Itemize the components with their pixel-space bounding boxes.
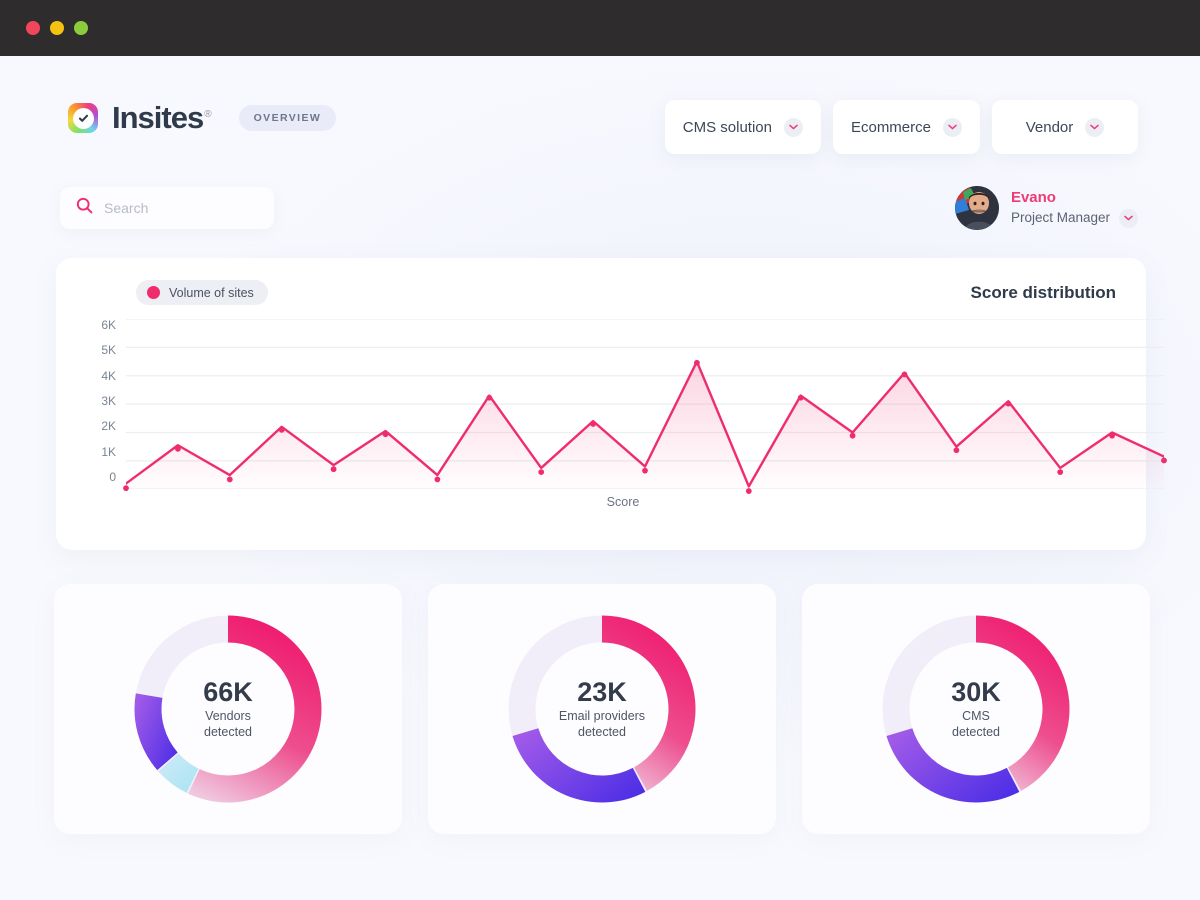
y-tick: 3K bbox=[101, 393, 116, 408]
app-canvas: Insites® OVERVIEW CMS solution Ecommerce bbox=[0, 56, 1200, 900]
line-chart[interactable] bbox=[123, 319, 1167, 494]
y-tick: 4K bbox=[101, 368, 116, 383]
user-role: Project Manager bbox=[1010, 210, 1110, 226]
window-title-bar bbox=[0, 0, 1200, 56]
y-tick: 1K bbox=[101, 444, 116, 459]
chart-title: Score distribution bbox=[970, 282, 1116, 302]
y-tick: 0 bbox=[109, 469, 116, 484]
y-tick: 6K bbox=[101, 318, 116, 332]
donut-chart: 66K Vendors detected bbox=[127, 608, 329, 810]
y-tick: 5K bbox=[101, 343, 116, 358]
legend-label: Volume of sites bbox=[169, 285, 254, 300]
search-icon bbox=[76, 197, 93, 219]
check-badge-icon bbox=[68, 103, 98, 133]
filter-group: CMS solution Ecommerce Vendor bbox=[664, 100, 1138, 154]
user-meta: Evano Project Manager bbox=[1010, 188, 1138, 228]
window-controls bbox=[26, 21, 88, 35]
filter-label: Vendor bbox=[1025, 118, 1074, 136]
window-minimize-button[interactable] bbox=[50, 21, 64, 35]
donut-card-row: 66K Vendors detected 23K Email providers… bbox=[54, 584, 1150, 834]
search-box[interactable] bbox=[60, 187, 274, 229]
score-distribution-card: Volume of sites Score distribution 6K 5K… bbox=[56, 258, 1167, 550]
brand-block: Insites® OVERVIEW bbox=[68, 100, 337, 136]
chevron-down-icon[interactable] bbox=[1119, 208, 1138, 228]
app-header: Insites® OVERVIEW CMS solution Ecommerce bbox=[0, 56, 1200, 154]
donut-card-vendors[interactable]: 66K Vendors detected bbox=[54, 584, 402, 834]
filter-label: Ecommerce bbox=[850, 118, 931, 136]
toolbar-row: Evano Project Manager bbox=[0, 154, 1200, 230]
donut-chart: 30K CMS detected bbox=[875, 608, 1077, 810]
logo-wordmark: Insites® bbox=[112, 100, 212, 136]
user-name: Evano bbox=[1010, 189, 1056, 207]
chart-plot-area: 6K 5K 4K 3K 2K 1K 0 Score bbox=[82, 319, 1167, 509]
filter-vendor[interactable]: Vendor bbox=[992, 100, 1138, 154]
chevron-down-icon[interactable] bbox=[943, 117, 962, 137]
chart-legend[interactable]: Volume of sites bbox=[136, 280, 268, 305]
window-maximize-button[interactable] bbox=[74, 21, 88, 35]
donut-card-cms[interactable]: 30K CMS detected bbox=[802, 584, 1150, 834]
donut-card-email-providers[interactable]: 23K Email providers detected bbox=[428, 584, 776, 834]
filter-label: CMS solution bbox=[682, 118, 772, 136]
chevron-down-icon[interactable] bbox=[1085, 117, 1105, 137]
logo-text: Insites bbox=[112, 100, 204, 135]
x-axis-label: Score bbox=[606, 495, 640, 509]
legend-color-dot bbox=[147, 286, 160, 299]
user-profile[interactable]: Evano Project Manager bbox=[954, 186, 1138, 230]
filter-cms-solution[interactable]: CMS solution bbox=[664, 100, 821, 154]
search-input[interactable] bbox=[104, 200, 258, 216]
window-close-button[interactable] bbox=[26, 21, 40, 35]
overview-badge: OVERVIEW bbox=[238, 105, 337, 131]
registered-mark: ® bbox=[204, 108, 211, 120]
chart-header: Volume of sites Score distribution bbox=[82, 280, 1120, 305]
y-tick: 2K bbox=[101, 419, 116, 434]
filter-ecommerce[interactable]: Ecommerce bbox=[832, 100, 980, 154]
donut-chart: 23K Email providers detected bbox=[501, 608, 703, 810]
y-axis: 6K 5K 4K 3K 2K 1K 0 bbox=[82, 319, 116, 483]
avatar bbox=[954, 186, 999, 230]
chevron-down-icon[interactable] bbox=[783, 117, 803, 137]
